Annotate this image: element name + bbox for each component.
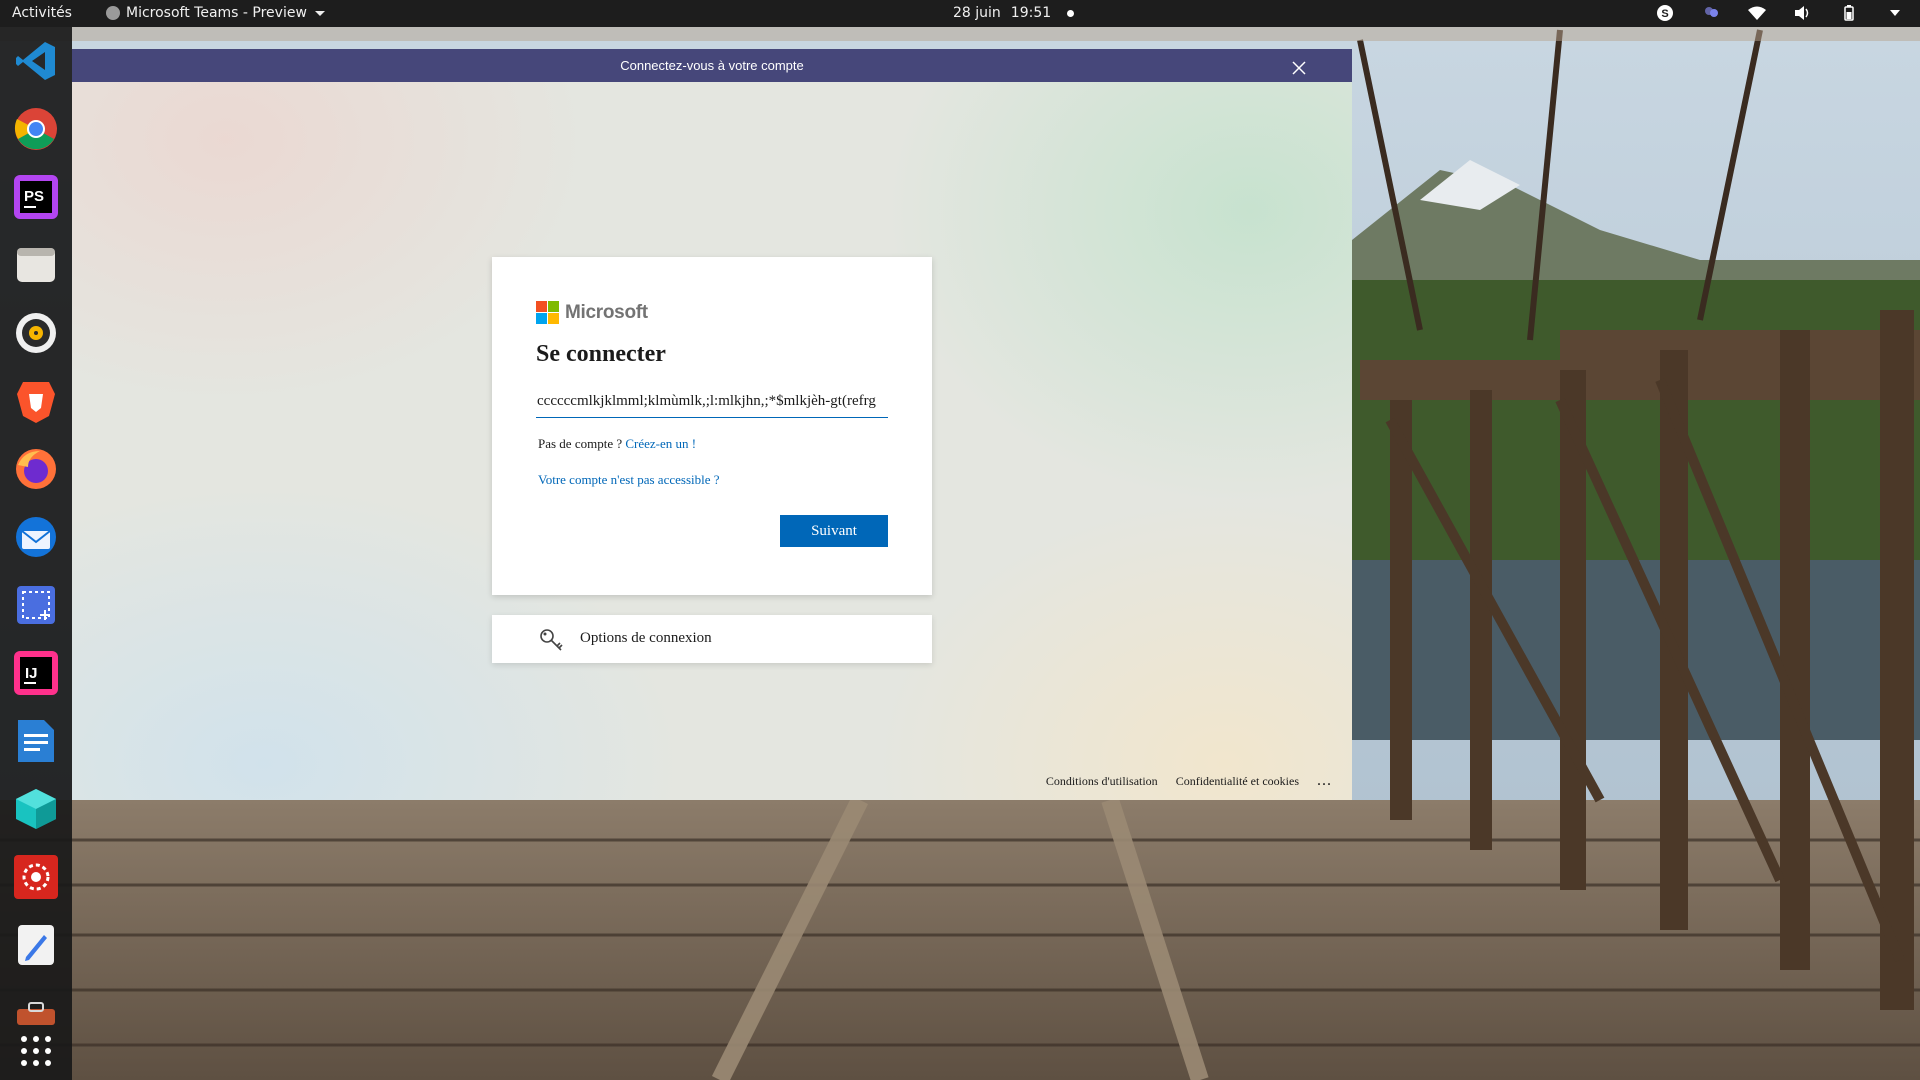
- email-field[interactable]: [536, 385, 888, 418]
- clock[interactable]: 28 juin 19:51: [953, 5, 1075, 21]
- dock: PS IJ: [0, 27, 72, 1080]
- clock-date: 28 juin: [953, 5, 1001, 21]
- libreoffice-writer-icon[interactable]: [12, 717, 60, 765]
- signin-options-button[interactable]: Options de connexion: [492, 615, 932, 663]
- microsoft-squares-icon: [536, 301, 559, 324]
- next-button[interactable]: Suivant: [780, 515, 888, 547]
- volume-icon[interactable]: [1794, 4, 1812, 22]
- skype-icon[interactable]: S: [1656, 4, 1674, 22]
- brave-icon[interactable]: [12, 377, 60, 425]
- settings-app-icon[interactable]: [12, 853, 60, 901]
- activities-button[interactable]: Activités: [12, 5, 72, 21]
- window-title: Connectez-vous à votre compte: [620, 58, 804, 73]
- no-account-text: Pas de compte ? Créez-en un !: [538, 436, 696, 452]
- top-bar: Activités Microsoft Teams - Preview 28 j…: [0, 0, 1920, 27]
- app-icon: [106, 6, 120, 20]
- app-menu-label: Microsoft Teams - Preview: [126, 5, 307, 21]
- chrome-icon[interactable]: [12, 105, 60, 153]
- close-icon[interactable]: [1292, 61, 1306, 75]
- wifi-icon[interactable]: [1748, 4, 1766, 22]
- power-menu-icon[interactable]: [1886, 4, 1904, 22]
- account-inaccessible-link[interactable]: Votre compte n'est pas accessible ?: [538, 472, 720, 487]
- files-icon[interactable]: [12, 241, 60, 289]
- microsoft-wordmark: Microsoft: [565, 301, 648, 323]
- cube-app-icon[interactable]: [12, 785, 60, 833]
- app-menu[interactable]: Microsoft Teams - Preview: [106, 5, 325, 21]
- teams-tray-icon[interactable]: [1702, 4, 1720, 22]
- signin-card: Microsoft Se connecter Pas de compte ? C…: [492, 257, 932, 595]
- firefox-icon[interactable]: [12, 445, 60, 493]
- window-titlebar: Connectez-vous à votre compte: [72, 49, 1352, 82]
- svg-text:S: S: [1661, 8, 1668, 20]
- chevron-down-icon: [314, 10, 325, 16]
- screenshot-icon[interactable]: [12, 581, 60, 629]
- key-icon: [540, 629, 563, 651]
- vscode-icon[interactable]: [12, 37, 60, 85]
- text-editor-icon[interactable]: [12, 921, 60, 969]
- privacy-link[interactable]: Confidentialité et cookies: [1176, 774, 1299, 789]
- signin-heading: Se connecter: [536, 341, 666, 367]
- more-options-icon[interactable]: ...: [1317, 772, 1332, 790]
- microsoft-logo: Microsoft: [536, 301, 648, 324]
- rhythmbox-icon[interactable]: [12, 309, 60, 357]
- no-account-label: Pas de compte ?: [538, 436, 623, 451]
- terms-link[interactable]: Conditions d'utilisation: [1046, 774, 1158, 789]
- footer: Conditions d'utilisation Confidentialité…: [1046, 772, 1332, 790]
- svg-text:PS: PS: [24, 188, 44, 205]
- create-account-link[interactable]: Créez-en un !: [625, 436, 696, 451]
- signin-background: Microsoft Se connecter Pas de compte ? C…: [72, 82, 1352, 800]
- notification-dot-icon: [1067, 9, 1075, 17]
- system-tray[interactable]: S: [1656, 4, 1904, 22]
- show-applications-icon[interactable]: [12, 1027, 60, 1075]
- battery-icon[interactable]: [1840, 4, 1858, 22]
- thunderbird-icon[interactable]: [12, 513, 60, 561]
- signin-options-label: Options de connexion: [580, 630, 712, 646]
- svg-text:IJ: IJ: [25, 665, 38, 682]
- teams-signin-window: Connectez-vous à votre compte Microsoft …: [72, 49, 1352, 800]
- clock-time: 19:51: [1010, 5, 1052, 21]
- inaccessible-account-row: Votre compte n'est pas accessible ?: [538, 472, 720, 488]
- phpstorm-icon[interactable]: PS: [12, 173, 60, 221]
- intellij-icon[interactable]: IJ: [12, 649, 60, 697]
